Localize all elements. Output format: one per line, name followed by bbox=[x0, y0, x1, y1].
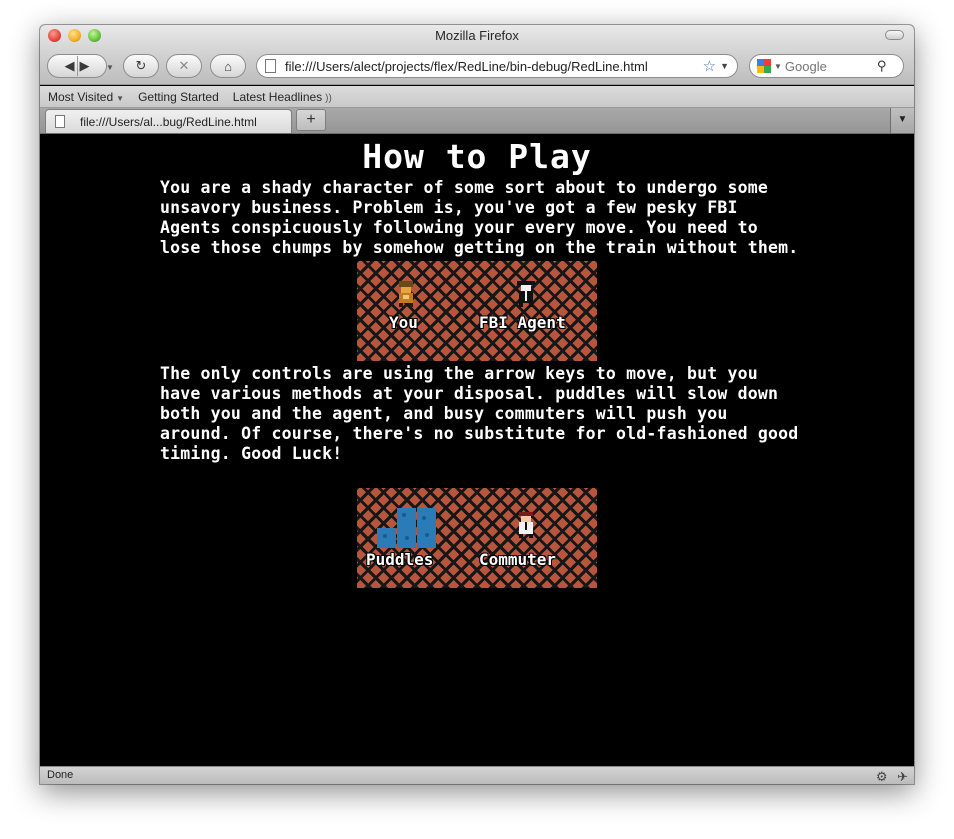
nav-separator bbox=[76, 56, 78, 76]
characters-figure: You FBI Agent bbox=[357, 261, 597, 361]
status-icons: ⚙ ✈ bbox=[876, 768, 908, 784]
search-input[interactable] bbox=[784, 58, 873, 74]
fbi-agent-label: FBI Agent bbox=[479, 313, 566, 332]
bookmark-star-icon[interactable]: ☆ bbox=[703, 57, 716, 75]
rss-icon: )) bbox=[325, 92, 332, 104]
bookmark-label: Most Visited bbox=[48, 89, 114, 104]
commuter-label: Commuter bbox=[479, 550, 557, 569]
stop-icon: ✕ bbox=[178, 58, 190, 73]
player-sprite-icon bbox=[399, 281, 413, 307]
commuter-sprite-icon bbox=[519, 512, 533, 538]
history-dropdown-icon[interactable]: ▼ bbox=[106, 63, 114, 72]
page-title: How to Play bbox=[362, 137, 592, 176]
search-bar[interactable]: ▼ ⚲ bbox=[749, 54, 904, 78]
list-all-tabs-icon[interactable]: ▼ bbox=[890, 108, 914, 133]
stop-button[interactable]: ✕ bbox=[166, 54, 202, 78]
bookmark-latest-headlines[interactable]: Latest Headlines)) bbox=[233, 90, 332, 104]
you-label: You bbox=[389, 313, 418, 332]
bookmark-label: Latest Headlines bbox=[232, 89, 323, 104]
status-text: Done bbox=[47, 769, 74, 781]
window-title: Mozilla Firefox bbox=[435, 28, 519, 43]
search-icon[interactable]: ⚲ bbox=[877, 58, 887, 74]
search-engine-caret-icon[interactable]: ▼ bbox=[774, 62, 782, 71]
page-icon bbox=[265, 59, 276, 73]
address-bar[interactable]: file:///Users/alect/projects/flex/RedLin… bbox=[256, 54, 738, 78]
url-text[interactable]: file:///Users/alect/projects/flex/RedLin… bbox=[285, 59, 699, 74]
new-tab-button[interactable]: + bbox=[296, 109, 326, 131]
home-icon: ⌂ bbox=[224, 58, 232, 74]
bookmarks-toolbar: Most Visited ▼ Getting Started Latest Hea… bbox=[40, 86, 914, 108]
tab-redline[interactable]: file:///Users/al...bug/RedLine.html bbox=[45, 109, 292, 133]
intro-paragraph: You are a shady character of some sort a… bbox=[160, 178, 799, 257]
gear-icon[interactable]: ⚙ bbox=[876, 769, 888, 784]
puddle-sprite-icon bbox=[377, 508, 436, 548]
tab-strip: file:///Users/al...bug/RedLine.html + ▼ bbox=[40, 108, 914, 134]
url-dropdown-icon[interactable]: ▼ bbox=[720, 61, 729, 71]
fbi-agent-sprite-icon bbox=[517, 281, 535, 307]
title-bar: Mozilla Firefox ◀ ▶ ▼ ↻ ✕ ⌂ file:///User… bbox=[40, 25, 914, 85]
browser-window: Mozilla Firefox ◀ ▶ ▼ ↻ ✕ ⌂ file:///User… bbox=[40, 25, 914, 784]
bookmark-getting-started[interactable]: Getting Started bbox=[138, 90, 219, 104]
chevron-down-icon: ▼ bbox=[116, 93, 125, 103]
puddles-label: Puddles bbox=[366, 550, 434, 569]
back-forward-group: ◀ ▶ bbox=[47, 54, 107, 78]
page-icon bbox=[55, 115, 65, 128]
addon-icon[interactable]: ✈ bbox=[897, 769, 908, 784]
page-content: How to Play You are a shady character of… bbox=[40, 135, 914, 766]
google-icon[interactable] bbox=[757, 59, 771, 73]
home-button[interactable]: ⌂ bbox=[210, 54, 246, 78]
status-bar: Done ⚙ ✈ bbox=[40, 766, 914, 784]
reload-icon: ↻ bbox=[135, 58, 147, 73]
tab-label: file:///Users/al...bug/RedLine.html bbox=[80, 114, 257, 129]
back-icon[interactable]: ◀ bbox=[65, 58, 75, 74]
forward-icon[interactable]: ▶ bbox=[80, 58, 90, 74]
bookmark-most-visited[interactable]: Most Visited ▼ bbox=[48, 90, 124, 104]
toolbar-toggle-button[interactable] bbox=[885, 30, 904, 40]
obstacles-figure: Puddles Commuter bbox=[357, 488, 597, 588]
reload-button[interactable]: ↻ bbox=[123, 54, 159, 78]
controls-paragraph: The only controls are using the arrow ke… bbox=[160, 364, 799, 463]
